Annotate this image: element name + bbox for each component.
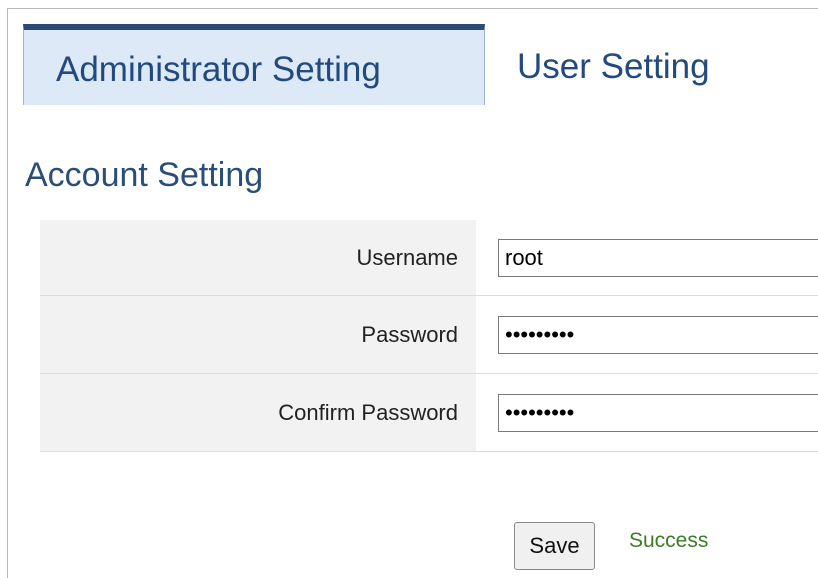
username-input-cell — [476, 220, 818, 295]
section-title: Account Setting — [25, 156, 264, 194]
password-input[interactable] — [498, 315, 818, 354]
settings-tabs: Administrator Setting User Setting — [23, 24, 786, 105]
save-button[interactable]: Save — [514, 522, 595, 570]
status-message: Success — [629, 529, 709, 552]
tab-label: User Setting — [517, 46, 710, 86]
tab-label: Administrator Setting — [56, 49, 381, 89]
username-input[interactable] — [498, 238, 818, 277]
form-row-username: Username — [40, 220, 818, 296]
username-label: Username — [40, 220, 476, 295]
confirm-password-input[interactable] — [498, 393, 818, 432]
confirm-password-input-cell — [476, 374, 818, 451]
tab-administrator-setting[interactable]: Administrator Setting — [23, 24, 485, 105]
password-input-cell — [476, 296, 818, 373]
account-form: Username Password Confirm Password — [40, 220, 818, 452]
confirm-password-label: Confirm Password — [40, 374, 476, 451]
password-label: Password — [40, 296, 476, 373]
tab-user-setting[interactable]: User Setting — [485, 24, 786, 105]
form-row-confirm-password: Confirm Password — [40, 374, 818, 452]
form-row-password: Password — [40, 296, 818, 374]
